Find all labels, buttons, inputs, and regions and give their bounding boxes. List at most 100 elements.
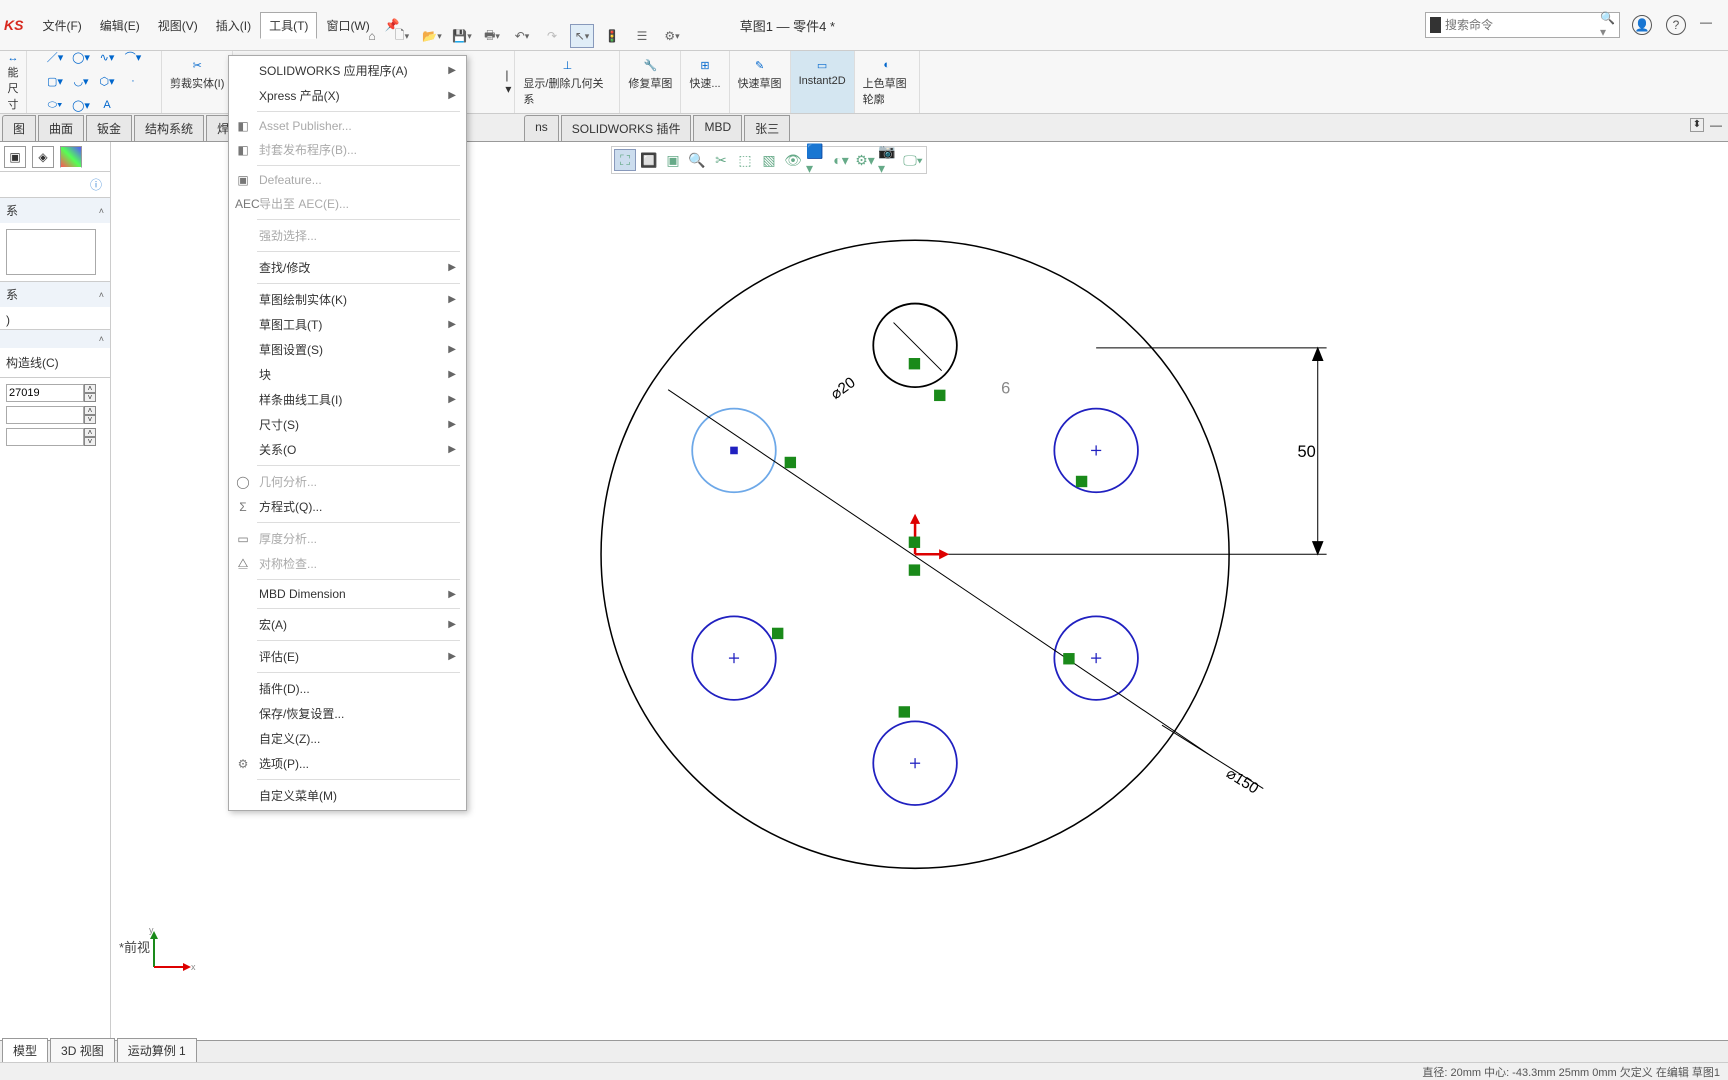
- text-icon[interactable]: A: [97, 95, 117, 115]
- spin-up-icon[interactable]: ˄: [84, 384, 96, 393]
- tab-sketch[interactable]: 图: [2, 115, 36, 141]
- dim-50[interactable]: 50: [1297, 443, 1315, 461]
- rapid-sketch[interactable]: ✎ 快速草图: [730, 51, 791, 113]
- tab-zhang[interactable]: 张三: [744, 115, 790, 141]
- print-icon[interactable]: 🖶▾: [480, 24, 504, 48]
- menu-item-icon: Σ: [235, 500, 251, 514]
- menu-tools[interactable]: 工具(T): [260, 12, 317, 39]
- menu-item[interactable]: 草图工具(T)▶: [229, 312, 466, 337]
- panel-help[interactable]: ⓘ: [0, 172, 110, 197]
- spline-icon[interactable]: ∿▾: [97, 47, 117, 67]
- search-icon[interactable]: 🔍▾: [1600, 11, 1615, 39]
- help-icon[interactable]: ?: [1666, 15, 1686, 35]
- shaded-contour[interactable]: ◐ 上色草图轮廓: [855, 51, 920, 113]
- panel-tab-property[interactable]: ◈: [32, 146, 54, 168]
- tab-sheetmetal[interactable]: 钣金: [86, 115, 132, 141]
- home-icon[interactable]: ⌂: [360, 24, 384, 48]
- quick-snaps[interactable]: ⊞ 快速...: [681, 51, 729, 113]
- menu-item[interactable]: 样条曲线工具(I)▶: [229, 387, 466, 412]
- menu-item[interactable]: ⚙选项(P)...: [229, 751, 466, 776]
- dim-phi20[interactable]: ⌀20: [828, 374, 859, 403]
- construction-line-checkbox[interactable]: 构造线(C): [6, 356, 59, 370]
- options-icon[interactable]: ⚙▾: [660, 24, 684, 48]
- panel-tab-feature[interactable]: ▣: [4, 146, 26, 168]
- menu-item[interactable]: Σ方程式(Q)...: [229, 494, 466, 519]
- hidden-group[interactable]: |▾: [505, 51, 515, 113]
- section-add-relations[interactable]: 系˄: [0, 282, 110, 307]
- expand-icon[interactable]: ⬍: [1690, 118, 1704, 132]
- tab-motion[interactable]: 运动算例 1: [117, 1038, 197, 1062]
- menu-item[interactable]: 关系(O▶: [229, 437, 466, 462]
- param-input-1[interactable]: [6, 384, 84, 402]
- menu-insert[interactable]: 插入(I): [207, 12, 260, 39]
- tab-addins[interactable]: SOLIDWORKS 插件: [561, 115, 692, 141]
- menu-item[interactable]: 草图设置(S)▶: [229, 337, 466, 362]
- menu-item[interactable]: 尺寸(S)▶: [229, 412, 466, 437]
- menu-item[interactable]: 自定义菜单(M): [229, 783, 466, 808]
- rect-icon[interactable]: ▢▾: [45, 71, 65, 91]
- menu-item-label: 厚度分析...: [259, 530, 317, 547]
- search-box[interactable]: 🔍▾: [1425, 12, 1620, 38]
- search-input[interactable]: [1445, 18, 1600, 32]
- menu-view[interactable]: 视图(V): [149, 12, 207, 39]
- menu-edit[interactable]: 编辑(E): [91, 12, 149, 39]
- tab-structure[interactable]: 结构系统: [134, 115, 204, 141]
- pattern-count[interactable]: 6: [1001, 379, 1010, 397]
- search-category-icon[interactable]: [1430, 17, 1441, 33]
- repair-sketch[interactable]: 🔧 修复草图: [620, 51, 681, 113]
- tab-3dview[interactable]: 3D 视图: [50, 1038, 115, 1062]
- menu-item[interactable]: 宏(A)▶: [229, 612, 466, 637]
- instant2d[interactable]: ▭ Instant2D: [791, 51, 855, 113]
- select-icon[interactable]: ↖▾: [570, 24, 594, 48]
- ellipse-icon[interactable]: ◯▾: [71, 95, 91, 115]
- menu-item-label: 插件(D)...: [259, 680, 310, 697]
- close-panel-icon[interactable]: —: [1710, 118, 1722, 132]
- tab-model[interactable]: 模型: [2, 1038, 48, 1062]
- menu-item[interactable]: MBD Dimension▶: [229, 583, 466, 605]
- new-icon[interactable]: 🗋▾: [390, 24, 414, 48]
- menu-item[interactable]: 块▶: [229, 362, 466, 387]
- menu-item[interactable]: 评估(E)▶: [229, 644, 466, 669]
- param-input-3[interactable]: [6, 428, 84, 446]
- undo-icon[interactable]: ↶▾: [510, 24, 534, 48]
- poly-icon[interactable]: ⬡▾: [97, 71, 117, 91]
- app-logo: KS: [4, 17, 23, 33]
- dim-phi150[interactable]: ⌀150: [1223, 765, 1261, 798]
- redo-icon[interactable]: ↷: [540, 24, 564, 48]
- fillet-icon[interactable]: ⌒▾: [123, 47, 143, 67]
- line-icon[interactable]: ／▾: [45, 47, 65, 67]
- menu-item[interactable]: 插件(D)...: [229, 676, 466, 701]
- point-icon[interactable]: ·: [123, 71, 143, 91]
- tab-ns[interactable]: ns: [524, 115, 559, 141]
- menu-item[interactable]: SOLIDWORKS 应用程序(A)▶: [229, 58, 466, 83]
- circle-icon[interactable]: ◯▾: [71, 47, 91, 67]
- traffic-icon[interactable]: 🚦: [600, 24, 624, 48]
- section-relations[interactable]: 系˄: [0, 198, 110, 223]
- arc-icon[interactable]: ◡▾: [71, 71, 91, 91]
- menu-item[interactable]: 查找/修改▶: [229, 255, 466, 280]
- open-icon[interactable]: 📂▾: [420, 24, 444, 48]
- menu-item-icon: ◧: [235, 143, 251, 157]
- menu-item[interactable]: 草图绘制实体(K)▶: [229, 287, 466, 312]
- panel-tab-appearance[interactable]: [60, 146, 82, 168]
- param-input-2[interactable]: [6, 406, 84, 424]
- menu-file[interactable]: 文件(F): [33, 12, 90, 39]
- list-icon[interactable]: ☰: [630, 24, 654, 48]
- trim-entities[interactable]: ✂ 剪裁实体(I): [162, 51, 233, 113]
- save-icon[interactable]: 💾▾: [450, 24, 474, 48]
- shaded-icon: ◐: [877, 55, 897, 75]
- section-options[interactable]: ˄: [0, 330, 110, 348]
- spin-down-icon[interactable]: ˅: [84, 393, 96, 402]
- menu-item[interactable]: 保存/恢复设置...: [229, 701, 466, 726]
- slot-icon[interactable]: ⬭▾: [45, 95, 65, 115]
- minimize-icon[interactable]: —: [1700, 15, 1716, 35]
- tab-mbd[interactable]: MBD: [693, 115, 742, 141]
- menu-item[interactable]: Xpress 产品(X)▶: [229, 83, 466, 108]
- chevron-right-icon: ▶: [448, 369, 456, 380]
- relations-list[interactable]: [6, 229, 96, 275]
- user-icon[interactable]: 👤: [1632, 15, 1652, 35]
- tab-surface[interactable]: 曲面: [38, 115, 84, 141]
- smart-dimension-partial[interactable]: ↔ 能尺寸: [0, 51, 27, 113]
- menu-item[interactable]: 自定义(Z)...: [229, 726, 466, 751]
- display-relations[interactable]: ⊥ 显示/删除几何关系: [515, 51, 620, 113]
